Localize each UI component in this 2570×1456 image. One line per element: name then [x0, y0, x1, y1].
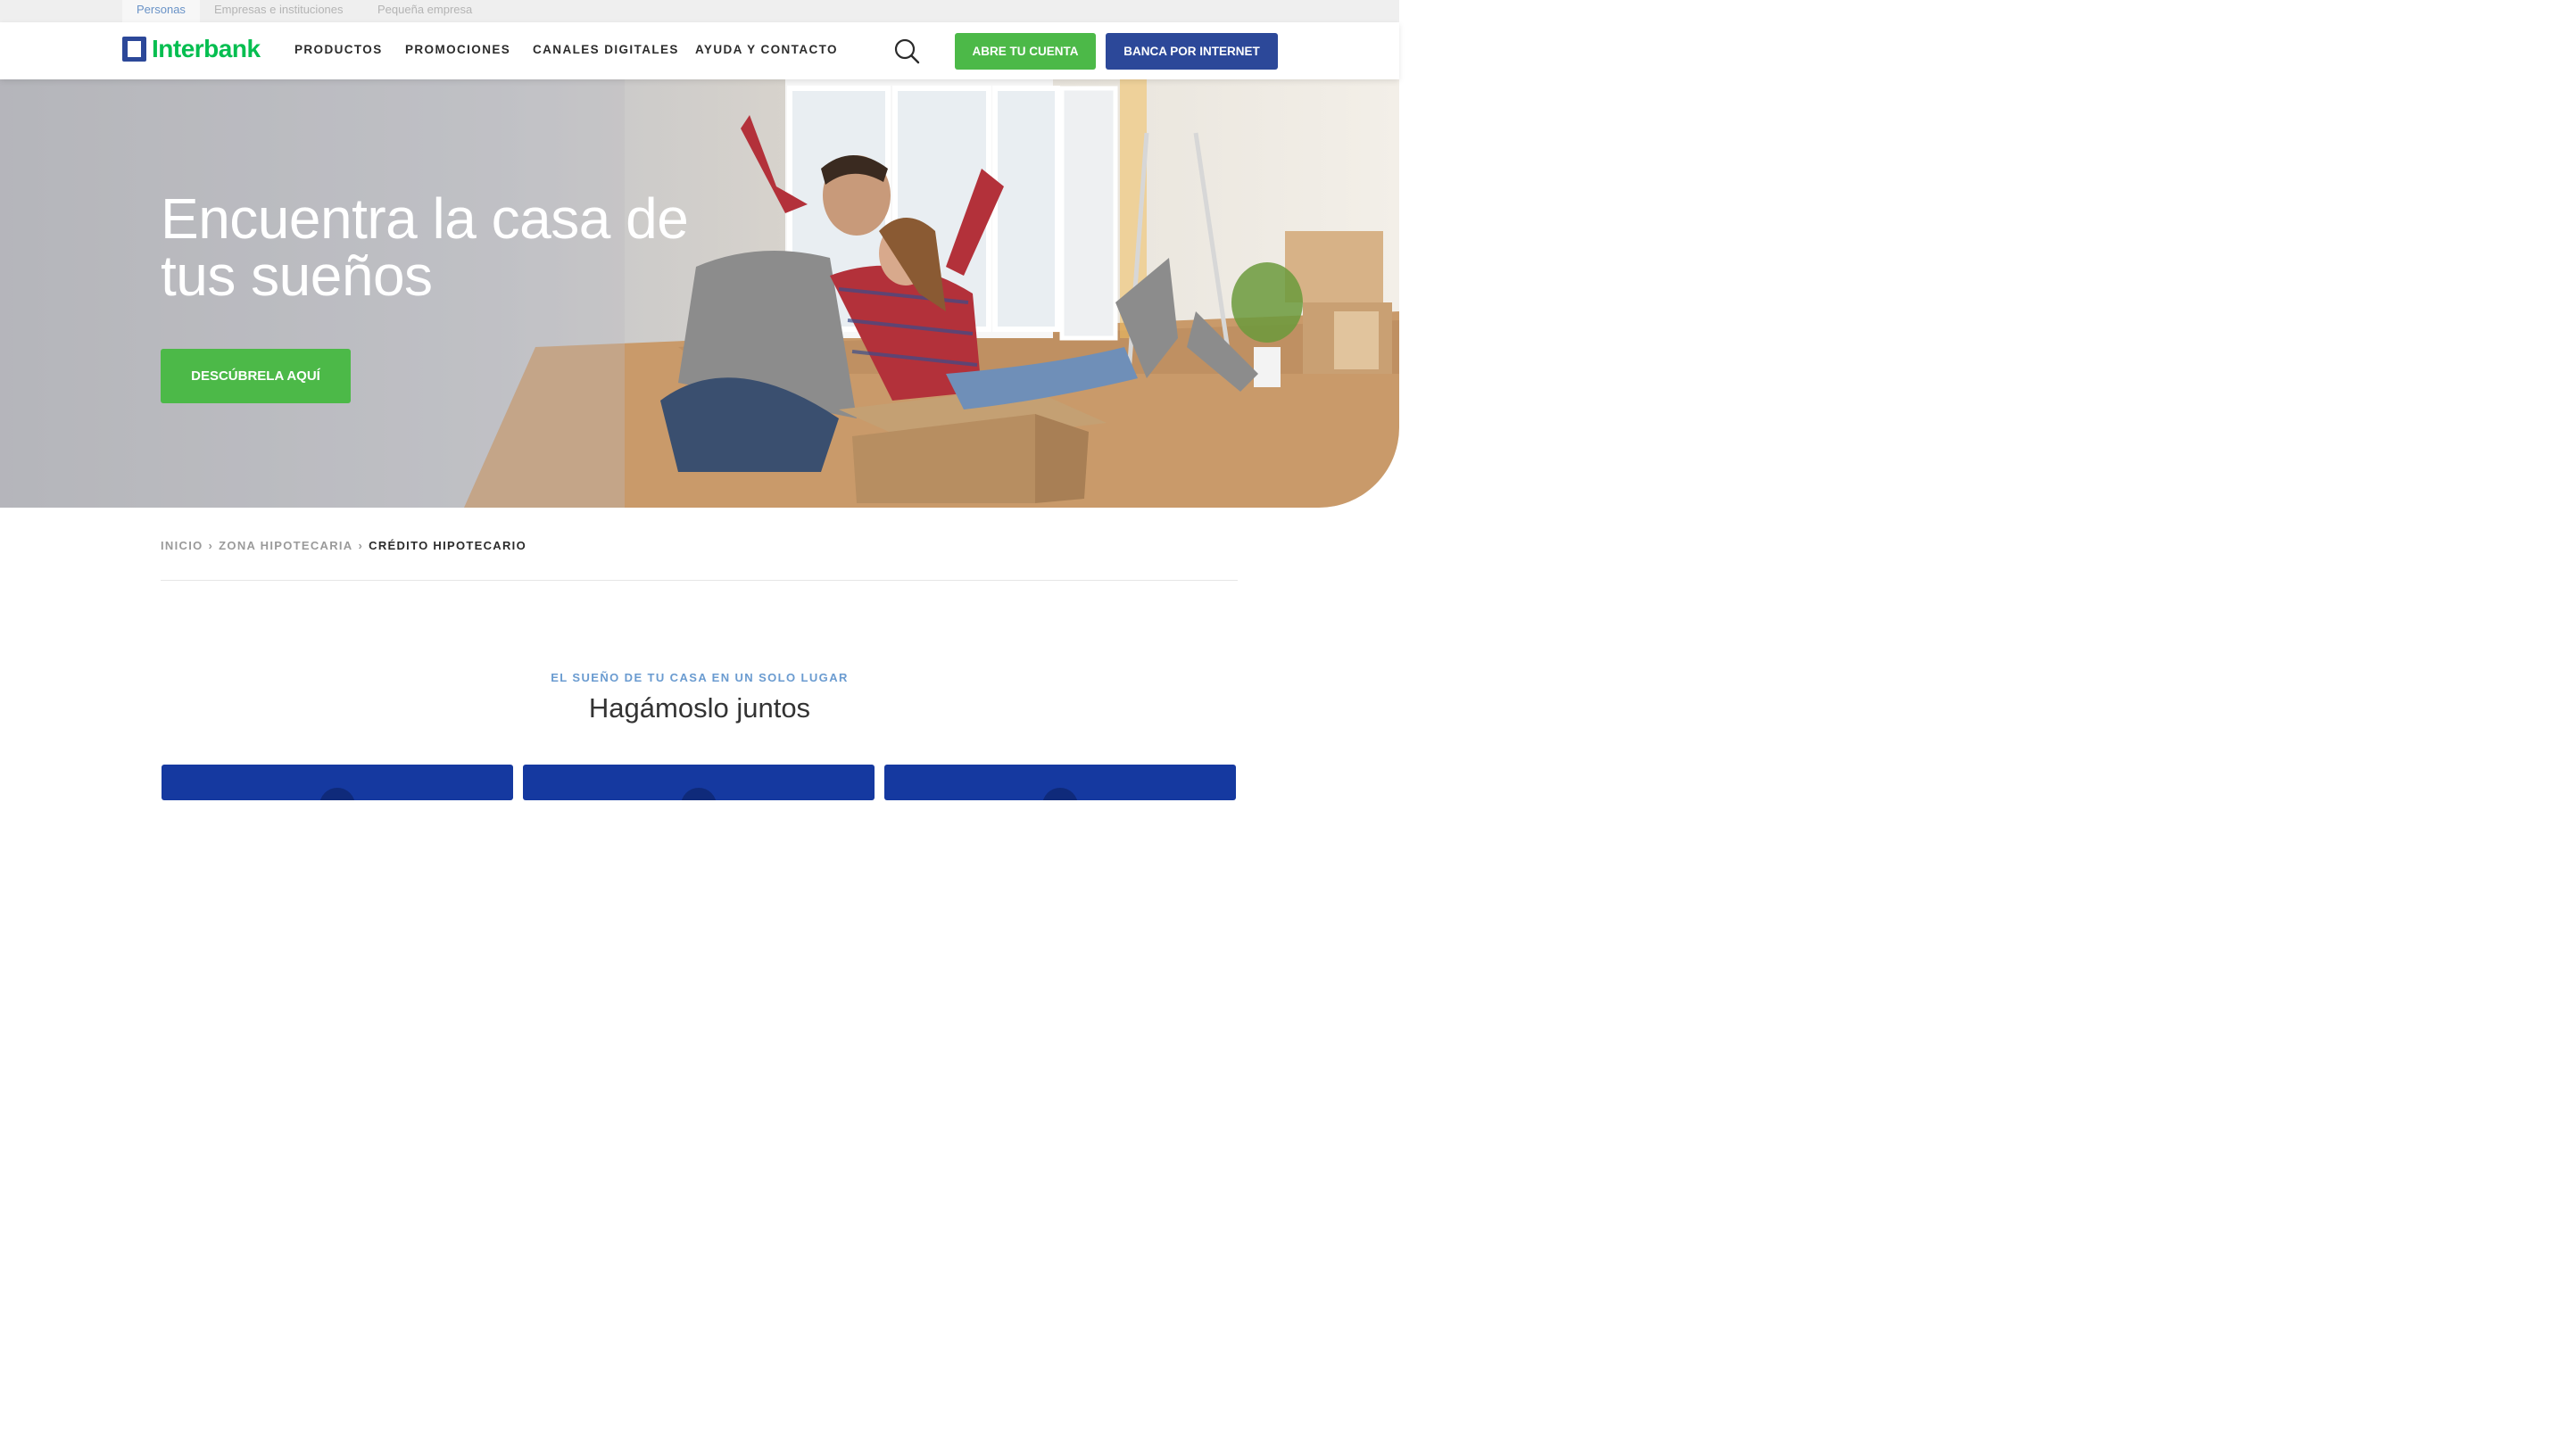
nav-ayuda-contacto[interactable]: AYUDA Y CONTACTO	[695, 43, 838, 56]
breadcrumb-separator-icon: ›	[358, 539, 364, 552]
hero-title: Encuentra la casa de tus sueños	[161, 186, 689, 308]
section-title: Hagámoslo juntos	[588, 692, 811, 724]
breadcrumb-inicio[interactable]: INICIO	[161, 539, 203, 552]
breadcrumb-separator-icon: ›	[208, 539, 214, 552]
product-card-1[interactable]	[162, 765, 513, 800]
breadcrumb-zona-hipotecaria[interactable]: ZONA HIPOTECARIA	[219, 539, 352, 552]
search-icon[interactable]	[893, 37, 920, 64]
online-banking-button[interactable]: BANCA POR INTERNET	[1106, 33, 1278, 70]
card-icon	[1042, 788, 1078, 800]
section-eyebrow: EL SUEÑO DE TU CASA EN UN SOLO LUGAR	[551, 671, 849, 684]
hero-banner: Encuentra la casa de tus sueños DESCÚBRE…	[0, 79, 1399, 508]
divider	[161, 580, 1238, 581]
product-card-3[interactable]	[884, 765, 1236, 800]
nav-canales-digitales[interactable]: CANALES DIGITALES	[533, 43, 679, 56]
product-card-2[interactable]	[523, 765, 875, 800]
main-header: Interbank PRODUCTOS PROMOCIONES CANALES …	[0, 22, 1399, 79]
open-account-button[interactable]: ABRE TU CUENTA	[955, 33, 1096, 70]
card-icon	[681, 788, 717, 800]
segment-bar: Personas Empresas e instituciones Pequeñ…	[0, 0, 1399, 22]
breadcrumb: INICIO › ZONA HIPOTECARIA › CRÉDITO HIPOTECA…	[161, 539, 526, 552]
logo-mark-icon	[122, 37, 146, 62]
logo-text: Interbank	[152, 35, 261, 62]
nav-productos[interactable]: PRODUCTOS	[294, 43, 383, 56]
segment-personas[interactable]: Personas	[122, 0, 200, 22]
segment-pequena-empresa[interactable]: Pequeña empresa	[363, 0, 486, 22]
hero-cta-button[interactable]: DESCÚBRELA AQUÍ	[161, 349, 351, 403]
segment-empresas[interactable]: Empresas e instituciones	[200, 0, 358, 22]
logo[interactable]: Interbank	[122, 36, 261, 62]
breadcrumb-current: CRÉDITO HIPOTECARIO	[369, 539, 527, 552]
card-icon	[319, 788, 355, 800]
nav-promociones[interactable]: PROMOCIONES	[405, 43, 510, 56]
